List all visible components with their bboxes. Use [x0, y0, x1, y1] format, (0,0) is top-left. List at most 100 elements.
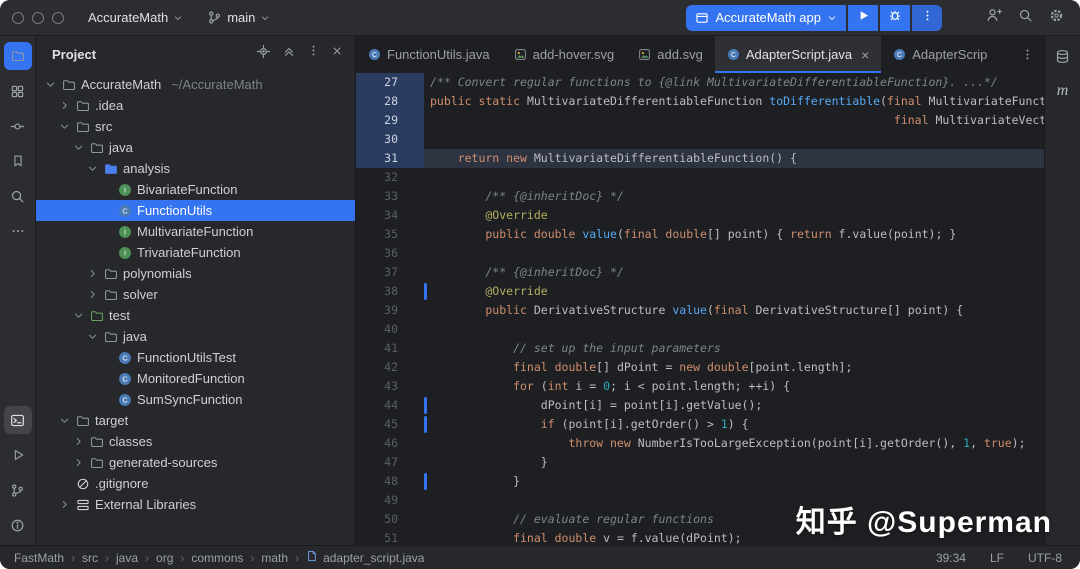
- code-line[interactable]: 42 final double[] dPoint = new double[po…: [356, 358, 1044, 377]
- breadcrumb-item[interactable]: org: [156, 551, 173, 565]
- close-window-button[interactable]: [12, 11, 24, 24]
- chevron-down-icon[interactable]: [44, 79, 57, 90]
- line-number[interactable]: 42: [356, 358, 424, 377]
- tree-item-classes[interactable]: classes: [36, 431, 355, 452]
- tree-item-AccurateMath[interactable]: AccurateMath ~/AccurateMath: [36, 74, 355, 95]
- code-line[interactable]: 46 throw new NumberIsTooLargeException(p…: [356, 434, 1044, 453]
- line-number[interactable]: 28: [356, 92, 424, 111]
- tree-item-FunctionUtils[interactable]: C FunctionUtils: [36, 200, 355, 221]
- line-number[interactable]: 48: [356, 472, 424, 491]
- line-number[interactable]: 32: [356, 168, 424, 187]
- chevron-right-icon[interactable]: [86, 289, 99, 300]
- breadcrumb-item[interactable]: commons: [191, 551, 243, 565]
- breadcrumb-file[interactable]: adapter_script.java: [306, 550, 424, 565]
- line-number[interactable]: 45: [356, 415, 424, 434]
- code-line[interactable]: 38 @Override: [356, 282, 1044, 301]
- line-number[interactable]: 35: [356, 225, 424, 244]
- code-line[interactable]: 47 }: [356, 453, 1044, 472]
- run-tool-button[interactable]: [4, 441, 32, 469]
- code-line[interactable]: 37 /** {@inheritDoc} */: [356, 263, 1044, 282]
- tree-item-src[interactable]: src: [36, 116, 355, 137]
- code-line[interactable]: 35 public double value(final double[] po…: [356, 225, 1044, 244]
- line-number[interactable]: 31: [356, 149, 424, 168]
- kebab-button[interactable]: [307, 44, 320, 64]
- code-line[interactable]: 36: [356, 244, 1044, 263]
- line-number[interactable]: 27: [356, 73, 424, 92]
- code-line[interactable]: 44 dPoint[i] = point[i].getValue();: [356, 396, 1044, 415]
- database-tool-button[interactable]: [1049, 42, 1077, 70]
- debug-button[interactable]: [880, 4, 910, 31]
- chevron-down-icon[interactable]: [86, 163, 99, 174]
- code-editor[interactable]: 27 /** Convert regular functions to {@lin…: [356, 73, 1044, 545]
- line-number[interactable]: 50: [356, 510, 424, 529]
- code-line[interactable]: 39 public DerivativeStructure value(fina…: [356, 301, 1044, 320]
- search-everywhere-button[interactable]: [1018, 7, 1033, 28]
- locate-button[interactable]: [256, 44, 271, 64]
- breadcrumb-item[interactable]: FastMath: [14, 551, 64, 565]
- close-button[interactable]: [331, 44, 343, 64]
- code-line[interactable]: 33 /** {@inheritDoc} */: [356, 187, 1044, 206]
- run-button[interactable]: [848, 4, 878, 31]
- code-line[interactable]: 28 public static MultivariateDifferentiab…: [356, 92, 1044, 111]
- tree-item-TrivariateFunction[interactable]: I TrivariateFunction: [36, 242, 355, 263]
- tab-add-hover.svg[interactable]: add-hover.svg: [502, 36, 627, 73]
- project-tool-button[interactable]: [3, 42, 32, 70]
- line-number[interactable]: 46: [356, 434, 424, 453]
- code-line[interactable]: 34 @Override: [356, 206, 1044, 225]
- line-number[interactable]: 41: [356, 339, 424, 358]
- chevron-right-icon[interactable]: [58, 499, 71, 510]
- file-encoding[interactable]: UTF-8: [1028, 551, 1062, 565]
- tree-item-FunctionUtilsTest[interactable]: C FunctionUtilsTest: [36, 347, 355, 368]
- minimize-window-button[interactable]: [32, 11, 44, 24]
- code-with-me-button[interactable]: [986, 7, 1002, 28]
- line-number[interactable]: 47: [356, 453, 424, 472]
- code-line[interactable]: 32: [356, 168, 1044, 187]
- code-line[interactable]: 48 }: [356, 472, 1044, 491]
- collapse-all-button[interactable]: [282, 44, 296, 64]
- breadcrumb-item[interactable]: java: [116, 551, 138, 565]
- tree-item-.idea[interactable]: .idea: [36, 95, 355, 116]
- maven-tool-button[interactable]: m: [1049, 77, 1077, 105]
- caret-position[interactable]: 39:34: [936, 551, 966, 565]
- line-number[interactable]: 38: [356, 282, 424, 301]
- code-line[interactable]: 45 if (point[i].getOrder() > 1) {: [356, 415, 1044, 434]
- run-more-button[interactable]: [912, 4, 942, 31]
- breadcrumb-item[interactable]: math: [261, 551, 288, 565]
- line-number[interactable]: 36: [356, 244, 424, 263]
- line-number[interactable]: 49: [356, 491, 424, 510]
- search-tool-button[interactable]: [4, 182, 32, 210]
- line-number[interactable]: 51: [356, 529, 424, 545]
- line-separator[interactable]: LF: [990, 551, 1004, 565]
- chevron-right-icon[interactable]: [58, 100, 71, 111]
- code-line[interactable]: 30: [356, 130, 1044, 149]
- tree-item-SumSyncFunction[interactable]: C SumSyncFunction: [36, 389, 355, 410]
- code-line[interactable]: 31 return new MultivariateDifferentiable…: [356, 149, 1044, 168]
- structure-tool-button[interactable]: [4, 112, 32, 140]
- tree-item-solver[interactable]: solver: [36, 284, 355, 305]
- tree-item-target[interactable]: target: [36, 410, 355, 431]
- line-number[interactable]: 29: [356, 111, 424, 130]
- tab-FunctionUtils.java[interactable]: C FunctionUtils.java: [356, 36, 502, 73]
- line-number[interactable]: 40: [356, 320, 424, 339]
- breadcrumb-item[interactable]: src: [82, 551, 98, 565]
- tree-item-generated-sources[interactable]: generated-sources: [36, 452, 355, 473]
- project-selector[interactable]: AccurateMath: [88, 10, 183, 25]
- code-line[interactable]: 40: [356, 320, 1044, 339]
- line-number[interactable]: 30: [356, 130, 424, 149]
- branch-selector[interactable]: main: [207, 10, 270, 25]
- commit-tool-button[interactable]: [4, 77, 32, 105]
- tree-item-test[interactable]: test: [36, 305, 355, 326]
- chevron-right-icon[interactable]: [86, 268, 99, 279]
- tree-item-BivariateFunction[interactable]: I BivariateFunction: [36, 179, 355, 200]
- more-tool-windows-button[interactable]: [4, 217, 32, 245]
- tab-add.svg[interactable]: add.svg: [626, 36, 715, 73]
- line-number[interactable]: 39: [356, 301, 424, 320]
- line-number[interactable]: 33: [356, 187, 424, 206]
- chevron-down-icon[interactable]: [72, 142, 85, 153]
- tree-item-MultivariateFunction[interactable]: I MultivariateFunction: [36, 221, 355, 242]
- chevron-down-icon[interactable]: [72, 310, 85, 321]
- chevron-right-icon[interactable]: [72, 457, 85, 468]
- line-number[interactable]: 34: [356, 206, 424, 225]
- zoom-window-button[interactable]: [52, 11, 64, 24]
- chevron-right-icon[interactable]: [72, 436, 85, 447]
